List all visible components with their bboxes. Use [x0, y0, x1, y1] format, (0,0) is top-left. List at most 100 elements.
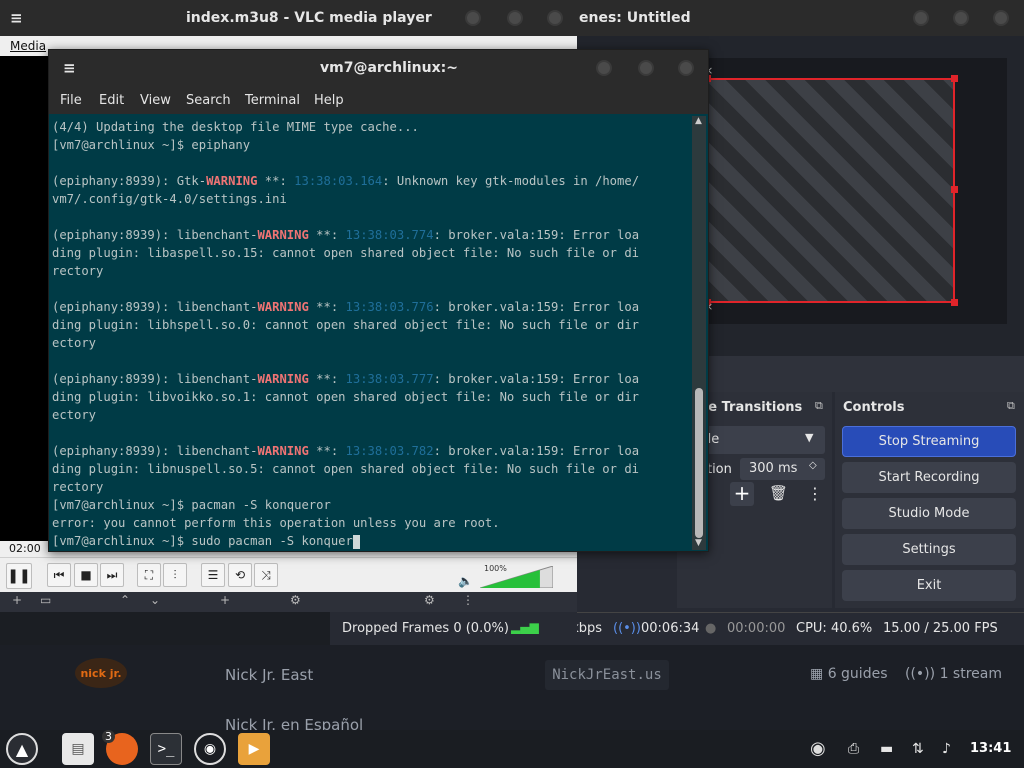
speaker-icon[interactable]: 🔈	[458, 574, 473, 588]
resize-handle[interactable]	[951, 186, 958, 193]
vlc-controls: ❚❚ ⏮ ■ ⏭ ⛶ ⫶ ☰ ⟲ ⤨ 🔈 100%	[0, 557, 577, 592]
gear-icon[interactable]: ⚙	[424, 593, 435, 607]
undock-icon[interactable]: ⧉	[815, 399, 823, 413]
file-manager-icon[interactable]: ▤	[62, 733, 94, 765]
dock-title: ne Transitions	[699, 400, 803, 415]
maximize-button[interactable]	[953, 10, 969, 26]
extended-settings-button[interactable]: ⫶	[163, 563, 187, 587]
undock-icon[interactable]: ⧉	[1007, 399, 1015, 413]
next-button[interactable]: ⏭	[100, 563, 124, 587]
chevron-down-icon[interactable]: ⌄	[150, 593, 160, 607]
terminal-title: vm7@archlinux:~	[320, 60, 458, 76]
studio-mode-button[interactable]: Studio Mode	[842, 498, 1016, 529]
network-icon[interactable]: ⇅	[912, 741, 930, 757]
add-icon[interactable]: +	[12, 593, 22, 607]
menu-edit[interactable]: Edit	[99, 93, 124, 108]
guides-count: ▦ 6 guides	[810, 666, 888, 682]
channel-row[interactable]: nick jr. Nick Jr. East NickJrEast.us ▦ 6…	[0, 648, 1024, 698]
record-icon: ●	[705, 621, 717, 636]
chevron-up-icon[interactable]: ⌃	[120, 593, 130, 607]
stream-icon: ((•))	[613, 621, 641, 636]
arch-menu-icon[interactable]: ▲	[6, 733, 38, 765]
maximize-button[interactable]	[638, 60, 654, 76]
menu-help[interactable]: Help	[314, 93, 344, 108]
terminal-titlebar: ≡ vm7@archlinux:~	[49, 50, 708, 86]
scroll-up-icon[interactable]: ▲	[695, 116, 702, 126]
channel-code: NickJrEast.us	[545, 660, 669, 690]
spin-arrows-icon[interactable]: ◇	[809, 460, 817, 471]
stream-time: 00:06:34	[641, 621, 700, 636]
minimize-button[interactable]	[596, 60, 612, 76]
shuffle-button[interactable]: ⤨	[254, 563, 278, 587]
streams-count: ((•)) 1 stream	[905, 666, 1002, 682]
menu-media[interactable]: Media	[10, 39, 46, 53]
channel-row[interactable]: Nick Jr. en Español	[0, 710, 1024, 730]
minimize-button[interactable]	[465, 10, 481, 26]
close-button[interactable]	[993, 10, 1009, 26]
vlc-title: index.m3u8 - VLC media player	[186, 10, 432, 26]
playlist-button[interactable]: ☰	[201, 563, 225, 587]
fps: 15.00 / 25.00 FPS	[883, 621, 998, 636]
vlc-icon[interactable]: ▶	[238, 733, 270, 765]
stop-button[interactable]: ■	[74, 563, 98, 587]
add-icon[interactable]: +	[220, 593, 230, 607]
pause-button[interactable]: ❚❚	[6, 563, 32, 589]
maximize-button[interactable]	[507, 10, 523, 26]
notification-badge: 3	[102, 730, 115, 743]
keyboard-icon[interactable]: ▬	[880, 741, 898, 757]
obs-tray-icon[interactable]: ◉	[810, 738, 828, 759]
dock-title: Controls	[843, 400, 905, 415]
fullscreen-button[interactable]: ⛶	[137, 563, 161, 587]
scrollbar-thumb[interactable]	[695, 388, 703, 538]
terminal-output[interactable]: (4/4) Updating the desktop file MIME typ…	[52, 118, 692, 550]
stop-streaming-button[interactable]: Stop Streaming	[842, 426, 1016, 457]
more-options-icon[interactable]: ⋮	[462, 593, 474, 607]
terminal-scrollbar[interactable]: ▲ ▼	[692, 116, 706, 550]
channel-name: Nick Jr. East	[225, 666, 314, 684]
loop-button[interactable]: ⟲	[228, 563, 252, 587]
chevron-down-icon: ▼	[805, 431, 814, 444]
exit-button[interactable]: Exit	[842, 570, 1016, 601]
previous-button[interactable]: ⏮	[47, 563, 71, 587]
trash-icon[interactable]: 🗑	[769, 484, 788, 502]
minimize-button[interactable]	[913, 10, 929, 26]
resize-handle[interactable]	[951, 299, 958, 306]
menu-file[interactable]: File	[60, 93, 82, 108]
obs-title: enes: Untitled	[579, 10, 691, 26]
vlc-video-area[interactable]	[0, 56, 50, 541]
close-button[interactable]	[547, 10, 563, 26]
clock[interactable]: 13:41	[970, 741, 1011, 756]
vlc-time-display: 02:00	[0, 541, 50, 557]
resize-handle[interactable]	[951, 75, 958, 82]
trash-icon[interactable]: ▭	[40, 593, 51, 607]
taskbar: ▲ ▤ 3 >_ ◉ ▶ ◉ ⎙ ▬ ⇅ ♪ 13:41	[0, 730, 1024, 768]
firefox-icon[interactable]: 3	[102, 730, 138, 765]
volume-slider[interactable]: 100%	[479, 564, 554, 589]
menu-view[interactable]: View	[140, 93, 171, 108]
transition-select[interactable]: de ▼	[699, 426, 825, 454]
vlc-titlebar: ≡ index.m3u8 - VLC media player	[0, 0, 577, 36]
terminal-menubar: File Edit View Search Terminal Help	[49, 86, 708, 114]
terminal-icon[interactable]: >_	[150, 733, 182, 765]
add-transition-button[interactable]: +	[730, 482, 754, 506]
dropped-frames: Dropped Frames 0 (0.0%)	[342, 621, 509, 636]
more-options-icon[interactable]: ⋮	[807, 484, 823, 503]
hamburger-menu-icon[interactable]: ≡	[63, 59, 76, 77]
channel-logo: nick jr.	[75, 658, 127, 688]
gear-icon[interactable]: ⚙	[290, 593, 301, 607]
source-bounding-box[interactable]	[704, 75, 958, 306]
menu-terminal[interactable]: Terminal	[245, 93, 300, 108]
settings-button[interactable]: Settings	[842, 534, 1016, 565]
music-icon[interactable]: ♪	[942, 741, 960, 757]
hamburger-menu-icon[interactable]: ≡	[10, 9, 23, 27]
menu-search[interactable]: Search	[186, 93, 231, 108]
cpu-usage: CPU: 40.6%	[796, 621, 873, 636]
volume-percent: 100%	[484, 564, 507, 573]
scroll-down-icon[interactable]: ▼	[695, 538, 702, 548]
start-recording-button[interactable]: Start Recording	[842, 462, 1016, 493]
duration-spinbox[interactable]: 300 ms ◇	[740, 458, 825, 480]
close-button[interactable]	[678, 60, 694, 76]
obs-icon[interactable]: ◉	[194, 733, 226, 765]
printer-icon[interactable]: ⎙	[848, 741, 866, 757]
duration-value: 300 ms	[749, 461, 798, 476]
